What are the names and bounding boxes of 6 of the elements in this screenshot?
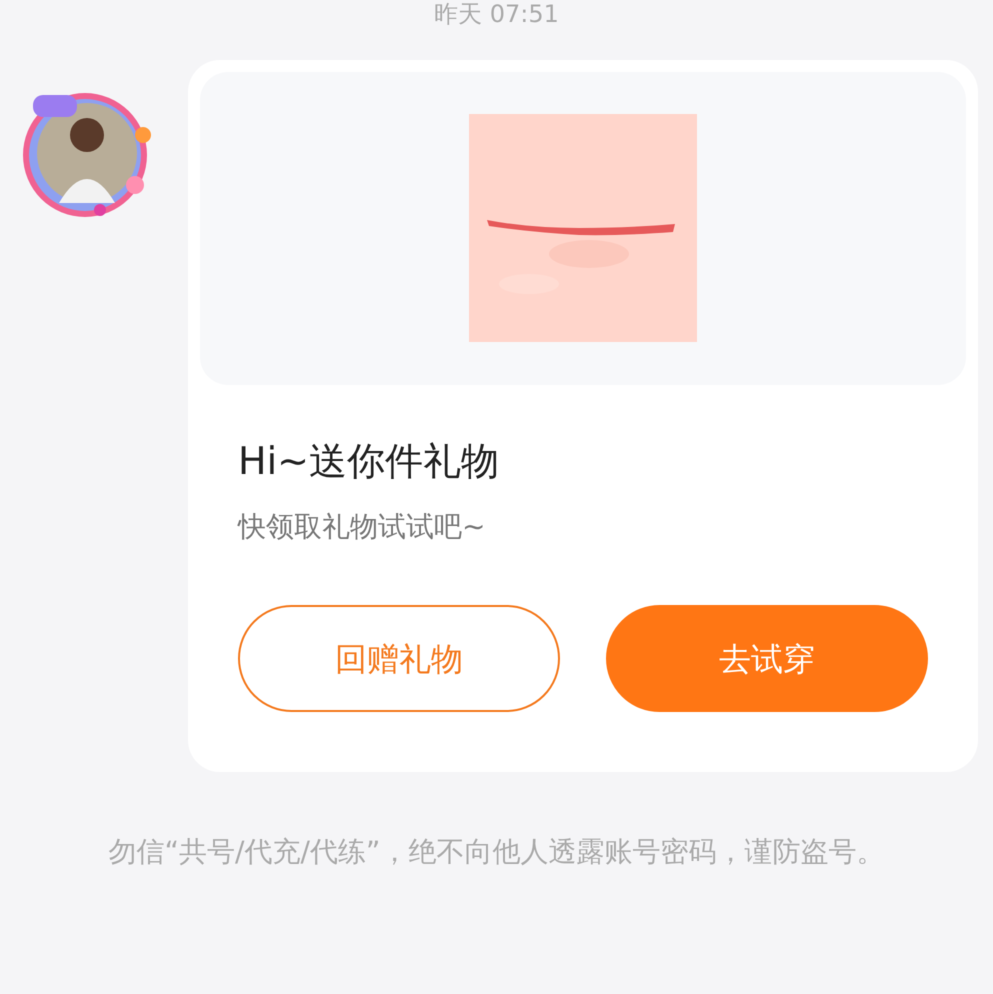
message-subtitle: 快领取礼物试试吧~ <box>238 509 486 545</box>
message-title: Hi~送你件礼物 <box>238 438 500 485</box>
security-notice: 勿信“共号/代充/代练”，绝不向他人透露账号密码，谨防盗号。 <box>108 834 884 870</box>
timestamp: 昨天 07:51 <box>434 0 559 28</box>
return-gift-button[interactable]: 回赠礼物 <box>238 605 560 712</box>
try-on-button[interactable]: 去试穿 <box>606 605 928 712</box>
